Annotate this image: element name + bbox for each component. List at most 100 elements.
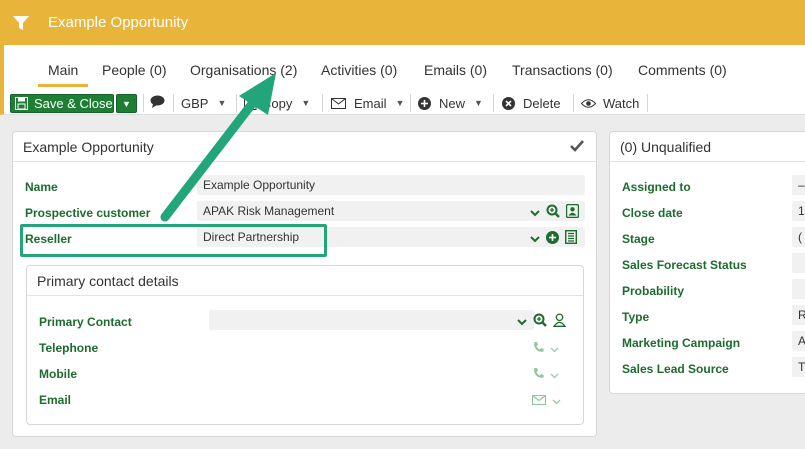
chevron-down-icon[interactable]	[530, 231, 540, 246]
contact-card-icon[interactable]	[565, 203, 580, 221]
chevron-down-icon[interactable]	[550, 367, 559, 382]
sales-lead-source-field[interactable]: T	[792, 357, 805, 377]
marketing-campaign-field[interactable]: A	[792, 331, 805, 351]
envelope-icon	[331, 97, 346, 109]
chevron-down-icon: ▼	[395, 98, 405, 108]
plus-circle-icon[interactable]	[546, 230, 559, 247]
tab-emails[interactable]: Emails (0)	[424, 62, 487, 78]
user-icon[interactable]	[552, 313, 567, 330]
tab-bar: Main People (0) Organisations (2) Activi…	[0, 45, 805, 91]
tab-transactions[interactable]: Transactions (0)	[512, 62, 613, 78]
tab-comments[interactable]: Comments (0)	[638, 62, 727, 78]
search-plus-icon[interactable]	[533, 313, 547, 330]
name-label: Name	[25, 180, 58, 194]
phone-icon[interactable]	[533, 341, 544, 356]
new-button[interactable]: New ▼	[418, 93, 483, 113]
toolbar-divider	[410, 94, 411, 112]
type-label: Type	[622, 310, 650, 324]
plus-circle-icon	[418, 96, 431, 110]
prospective-customer-label: Prospective customer	[25, 206, 151, 220]
tab-main[interactable]: Main	[37, 62, 89, 87]
primary-contact-card: Primary contact details Primary Contact …	[26, 265, 584, 425]
primary-contact-field[interactable]	[209, 310, 534, 330]
opportunity-card-title: Example Opportunity	[23, 139, 154, 155]
building-icon[interactable]	[564, 229, 578, 247]
filter-icon[interactable]	[11, 13, 31, 33]
chevron-down-icon: ▼	[474, 98, 483, 108]
new-label: New	[439, 95, 466, 111]
currency-select[interactable]: GBP ▼	[181, 93, 226, 113]
stage-label: Stage	[622, 232, 655, 246]
probability-field[interactable]	[792, 279, 805, 299]
stage-field[interactable]: (	[792, 227, 805, 247]
close-date-field[interactable]: 1	[792, 201, 805, 221]
envelope-icon[interactable]	[531, 393, 547, 408]
primary-contact-actions	[517, 313, 567, 330]
chevron-down-icon: ▼	[217, 98, 227, 108]
name-field[interactable]: Example Opportunity	[197, 175, 585, 195]
mobile-actions	[533, 367, 559, 382]
chevron-down-icon[interactable]	[530, 205, 540, 220]
comment-button[interactable]	[150, 93, 165, 113]
tab-organisations[interactable]: Organisations (2)	[190, 62, 297, 78]
primary-contact-card-header: Primary contact details	[27, 266, 583, 296]
sales-forecast-status-label: Sales Forecast Status	[622, 258, 747, 272]
toolbar-divider	[143, 94, 144, 112]
toolbar-divider	[322, 94, 323, 112]
phone-icon[interactable]	[533, 367, 544, 382]
window-title: Example Opportunity	[48, 14, 189, 31]
status-card-header: (0) Unqualified	[610, 132, 805, 162]
title-bar: Example Opportunity	[0, 0, 805, 45]
reseller-actions	[530, 229, 578, 247]
primary-contact-label: Primary Contact	[39, 315, 132, 329]
tab-activities[interactable]: Activities (0)	[321, 62, 397, 78]
eye-icon	[581, 98, 596, 109]
copy-icon	[244, 96, 257, 110]
chevron-down-icon[interactable]	[552, 393, 561, 408]
chevron-down-icon[interactable]	[550, 341, 559, 356]
marketing-campaign-label: Marketing Campaign	[622, 336, 741, 350]
check-icon[interactable]	[570, 140, 584, 155]
chevron-down-icon: ▼	[122, 98, 131, 109]
save-close-label: Save & Close	[34, 96, 113, 111]
status-card: (0) Unqualified Assigned to – Close date…	[609, 131, 805, 394]
delete-label: Delete	[523, 95, 561, 111]
telephone-label: Telephone	[39, 341, 99, 355]
tab-people[interactable]: People (0)	[102, 62, 167, 78]
opportunity-card: Example Opportunity Name Example Opportu…	[12, 131, 597, 437]
toolbar-divider	[493, 94, 494, 112]
toolbar-divider	[573, 94, 574, 112]
email-actions	[531, 393, 561, 408]
toolbar: Save & Close ▼ GBP ▼ Copy ▼ Email ▼ New …	[0, 91, 805, 115]
status-card-title: (0) Unqualified	[620, 139, 712, 155]
email-label: Email	[354, 95, 387, 111]
copy-button[interactable]: Copy ▼	[244, 93, 310, 113]
sales-lead-source-label: Sales Lead Source	[622, 362, 729, 376]
telephone-actions	[533, 341, 559, 356]
currency-label: GBP	[181, 95, 209, 111]
speech-bubble-icon	[150, 95, 165, 111]
watch-button[interactable]: Watch	[581, 93, 639, 113]
chevron-down-icon: ▼	[301, 98, 311, 108]
mobile-label: Mobile	[39, 367, 77, 381]
prospective-customer-field[interactable]: APAK Risk Management	[197, 201, 585, 221]
delete-button[interactable]: Delete	[502, 93, 561, 113]
save-dropdown-button[interactable]: ▼	[116, 94, 137, 113]
delete-circle-icon	[502, 96, 515, 110]
chevron-down-icon[interactable]	[517, 314, 527, 329]
primary-contact-card-title: Primary contact details	[37, 273, 179, 289]
save-close-button[interactable]: Save & Close	[10, 94, 114, 113]
toolbar-divider	[647, 94, 648, 112]
sales-forecast-status-field[interactable]	[792, 253, 805, 273]
email-button[interactable]: Email ▼	[331, 93, 404, 113]
opportunity-card-header: Example Opportunity	[13, 132, 596, 162]
search-plus-icon[interactable]	[546, 204, 560, 221]
type-field[interactable]: R	[792, 305, 805, 325]
assigned-to-field[interactable]: –	[792, 175, 805, 195]
probability-label: Probability	[622, 284, 685, 298]
watch-label: Watch	[603, 95, 640, 111]
toolbar-divider	[173, 94, 174, 112]
assigned-to-label: Assigned to	[622, 180, 691, 194]
copy-label: Copy	[262, 95, 293, 111]
toolbar-divider	[236, 94, 237, 112]
